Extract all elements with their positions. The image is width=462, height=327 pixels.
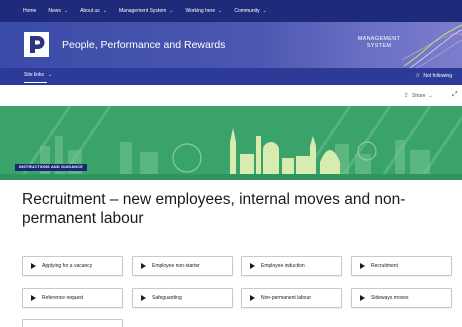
play-arrow-icon (250, 295, 255, 301)
play-arrow-icon (360, 295, 365, 301)
quick-link-label: Safeguarding (152, 295, 182, 301)
management-system-badge: MANAGEMENT SYSTEM (348, 36, 410, 50)
nav-item-community[interactable]: Community ⌄ (234, 8, 267, 14)
quick-link-partial[interactable] (22, 319, 123, 327)
quick-link-label: Applying for a vacancy (42, 263, 93, 269)
quick-link-recruitment[interactable]: Recruitment (351, 256, 452, 276)
nav-item-about-us[interactable]: About us ⌄ (80, 8, 107, 14)
chevron-down-icon: ⌄ (428, 92, 433, 99)
chevron-down-icon: ⌄ (169, 8, 174, 14)
nav-item-label: Community (234, 8, 260, 14)
nav-item-label: Working here (185, 8, 216, 14)
site-header: People, Performance and Rewards MANAGEME… (0, 22, 462, 68)
quick-link-label: Employee induction (261, 263, 305, 269)
share-icon: ⇪ (404, 93, 410, 99)
quick-link-label: Reference request (42, 295, 84, 301)
share-label: Share (412, 92, 426, 99)
page-title: Recruitment – new employees, internal mo… (22, 191, 406, 227)
star-icon: ☆ (414, 73, 421, 79)
site-title[interactable]: People, Performance and Rewards (62, 39, 225, 51)
quick-link-reference-request[interactable]: Reference request (22, 288, 123, 308)
nav-item-home[interactable]: Home (23, 8, 36, 14)
play-arrow-icon (141, 263, 146, 269)
nav-item-label: Home (23, 8, 37, 14)
play-arrow-icon (360, 263, 365, 269)
play-arrow-icon (31, 263, 36, 269)
header-decoration (402, 24, 462, 68)
play-arrow-icon (31, 295, 36, 301)
follow-button[interactable]: ☆ Not following (414, 72, 452, 80)
quick-link-label: Employee non-starter (152, 263, 200, 269)
play-arrow-icon (250, 263, 255, 269)
quick-link-sideways-moves[interactable]: Sideways moves (351, 288, 452, 308)
quick-link-employee-induction[interactable]: Employee induction (241, 256, 342, 276)
nav-item-management-system[interactable]: Management System ⌄ (119, 8, 173, 14)
chevron-down-icon: ⌄ (102, 8, 108, 14)
site-logo[interactable] (24, 32, 49, 57)
quick-link-label: Sideways moves (371, 295, 409, 301)
active-indicator (24, 82, 47, 83)
site-links-bar: Site links ⌄ ☆ Not following (0, 68, 462, 85)
badge-line: MANAGEMENT (357, 36, 401, 42)
expand-icon[interactable]: ⤢ (452, 91, 458, 99)
quick-link-employee-non-starter[interactable]: Employee non-starter (132, 256, 233, 276)
top-navigation: Home News ⌄ About us ⌄ Management System ⌄ … (0, 0, 462, 22)
chevron-down-icon: ⌄ (218, 8, 223, 14)
category-tag: INSTRUCTIONS AND GUIDANCE (15, 164, 87, 171)
chevron-down-icon: ⌄ (48, 72, 53, 78)
quick-link-non-permanent-labour[interactable]: Non-permanent labour (241, 288, 342, 308)
nav-item-label: News (48, 8, 61, 14)
nav-item-news[interactable]: News ⌄ (48, 8, 68, 14)
quick-link-applying-for-a-vacancy[interactable]: Applying for a vacancy (22, 256, 123, 276)
chevron-down-icon: ⌄ (63, 8, 69, 14)
badge-line: SYSTEM (366, 43, 392, 49)
page-action-bar: ⇪ Share ⌄ ⤢ (0, 85, 462, 105)
nav-item-working-here[interactable]: Working here ⌄ (185, 8, 222, 14)
follow-label: Not following (423, 72, 452, 79)
play-arrow-icon (141, 295, 146, 301)
quick-link-safeguarding[interactable]: Safeguarding (132, 288, 233, 308)
site-links-menu[interactable]: Site links ⌄ (24, 72, 52, 78)
quick-link-label: Recruitment (371, 263, 398, 269)
site-links-label: Site links (24, 72, 45, 78)
nav-item-label: Management System (119, 8, 167, 14)
quick-link-label: Non-permanent labour (261, 295, 312, 301)
p-logo-icon (24, 32, 49, 57)
nav-item-label: About us (80, 8, 100, 14)
chevron-down-icon: ⌄ (262, 8, 267, 14)
share-button[interactable]: ⇪ Share ⌄ (404, 92, 433, 100)
